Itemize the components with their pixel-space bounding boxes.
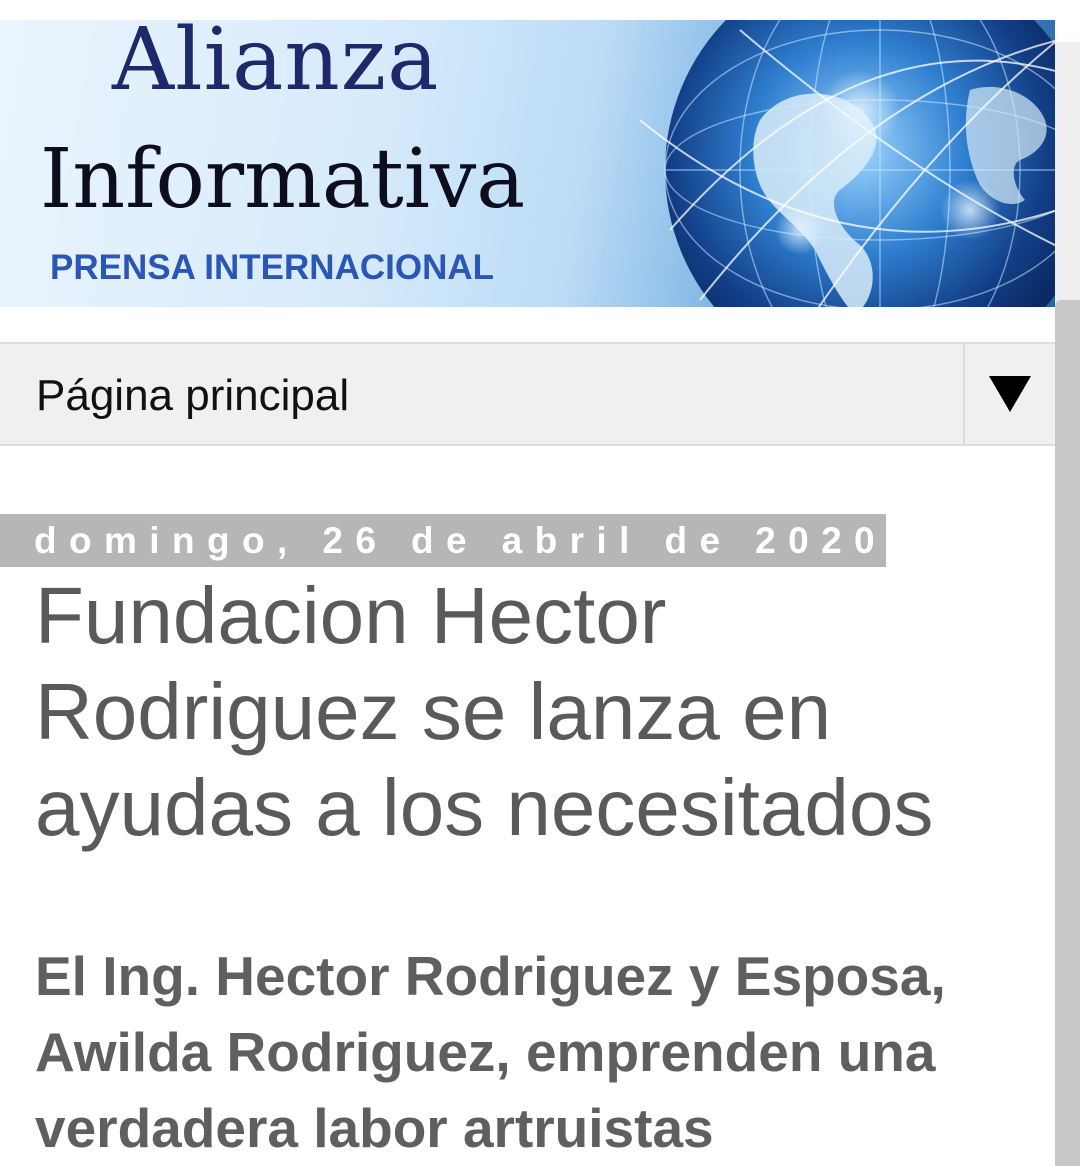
page-nav-dropdown[interactable]: Página principal: [0, 342, 1055, 446]
globe-network-icon: [640, 20, 1055, 307]
nav-dropdown-button[interactable]: [965, 344, 1055, 444]
blog-header-banner[interactable]: Alianza Informativa PRENSA INTERNACIONAL: [0, 20, 1055, 307]
blog-title-line-2: Informativa: [40, 132, 526, 227]
post-title[interactable]: Fundacion Hector Rodriguez se lanza en a…: [35, 568, 1035, 856]
page: Alianza Informativa PRENSA INTERNACIONAL…: [0, 0, 1080, 1166]
post-date-header: domingo, 26 de abril de 2020: [0, 514, 886, 567]
post-date: domingo, 26 de abril de 2020: [34, 520, 888, 561]
post-subtitle: El Ing. Hector Rodriguez y Esposa, Awild…: [35, 945, 946, 1159]
blog-tagline: PRENSA INTERNACIONAL: [50, 248, 494, 287]
scrollbar-thumb[interactable]: [1055, 300, 1080, 1166]
status-bar: [0, 0, 1080, 20]
nav-current-page-label[interactable]: Página principal: [36, 368, 349, 424]
blog-title-line-1: Alianza: [112, 20, 440, 110]
triangle-down-icon: [989, 376, 1031, 412]
